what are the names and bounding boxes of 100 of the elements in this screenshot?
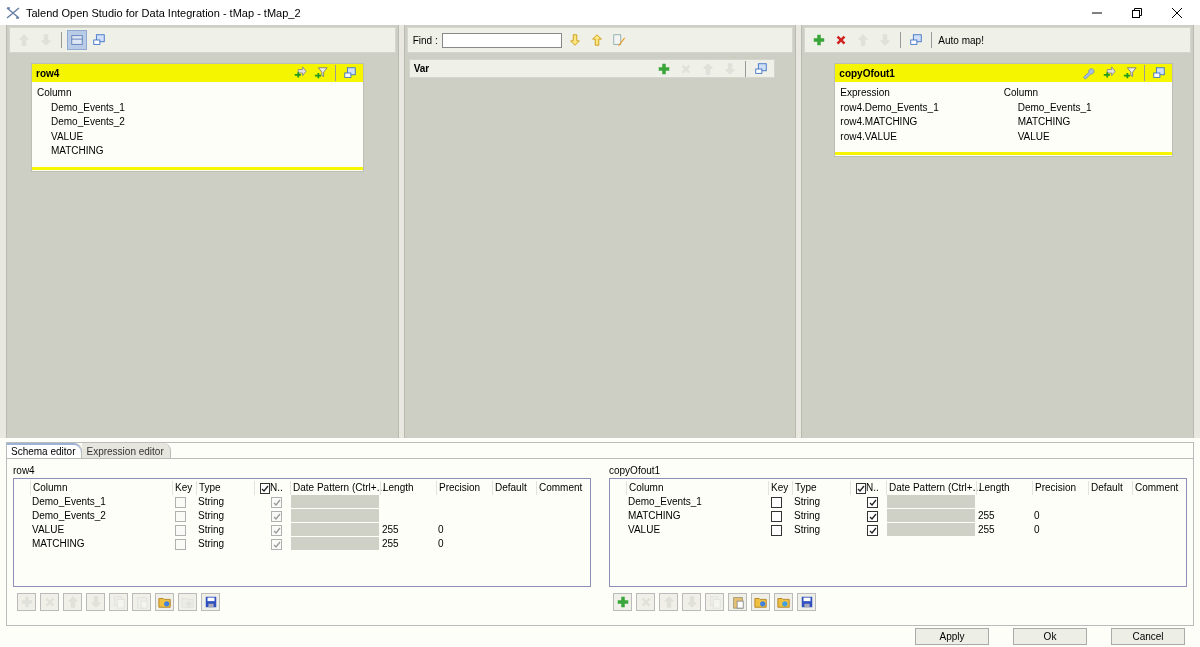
up-arrow-icon bbox=[701, 61, 716, 76]
checkbox[interactable] bbox=[867, 525, 878, 536]
auto-map-button[interactable]: Auto map! bbox=[938, 31, 984, 49]
checkbox[interactable] bbox=[271, 525, 282, 536]
window-icon bbox=[754, 61, 769, 76]
window-icon bbox=[342, 66, 357, 80]
table-cell-text: String bbox=[197, 537, 226, 551]
folder-icon bbox=[180, 595, 195, 609]
editor-tab[interactable]: Expression editor bbox=[82, 443, 171, 458]
schema-title: copyOfout1 bbox=[609, 464, 662, 478]
save-icon bbox=[799, 595, 814, 609]
dialog-button[interactable]: Cancel bbox=[1111, 628, 1185, 645]
checkbox[interactable] bbox=[260, 483, 270, 494]
column-header: Key bbox=[768, 481, 792, 495]
checkbox[interactable] bbox=[175, 511, 186, 522]
add-icon bbox=[615, 595, 630, 609]
table-cell-text: Demo_Events_2 bbox=[31, 509, 107, 523]
table-cell-text: MATCHING bbox=[627, 509, 682, 523]
tool-button[interactable] bbox=[201, 593, 220, 611]
table-cell-text: 255 bbox=[381, 523, 400, 537]
table-cell-text: 0 bbox=[1033, 509, 1041, 523]
column-header: Default bbox=[492, 481, 536, 495]
table-cell-text: Demo_Events_1 bbox=[627, 495, 703, 509]
app-logo-icon bbox=[6, 6, 20, 19]
table-cell-text: Demo_Events_1 bbox=[31, 495, 107, 509]
column-header: Column bbox=[30, 481, 172, 495]
tool-button[interactable] bbox=[751, 593, 770, 611]
table-cell-text: String bbox=[793, 523, 822, 537]
dialog-button[interactable]: Apply bbox=[915, 628, 989, 645]
checkbox[interactable] bbox=[175, 525, 186, 536]
add-filter-icon bbox=[1123, 66, 1137, 80]
column-header: Precision bbox=[1032, 481, 1088, 495]
column-name: Demo_Events_2 bbox=[50, 115, 126, 129]
column-name: MATCHING bbox=[1016, 115, 1072, 129]
editor-tab[interactable]: Schema editor bbox=[7, 443, 83, 458]
folder-icon bbox=[753, 595, 768, 609]
column-header: Type bbox=[792, 481, 850, 495]
expression-cell-text: row4.MATCHING bbox=[840, 115, 919, 129]
checkbox[interactable] bbox=[867, 511, 878, 522]
column-name: VALUE bbox=[50, 129, 85, 144]
column-header: Key bbox=[172, 481, 196, 495]
schema-title: row4 bbox=[13, 464, 36, 478]
checkbox[interactable] bbox=[271, 497, 282, 508]
tool-button[interactable] bbox=[155, 593, 174, 611]
table-cell-text: 0 bbox=[437, 523, 445, 537]
up-arrow-icon bbox=[589, 33, 604, 47]
column-name: Demo_Events_1 bbox=[50, 100, 126, 115]
table-cell-text: 255 bbox=[977, 509, 996, 523]
table-cell-text: 255 bbox=[977, 523, 996, 537]
window-icon bbox=[909, 33, 924, 47]
window-icon bbox=[1152, 66, 1166, 80]
window-title: Talend Open Studio for Data Integration - tMap - tMap_2 bbox=[26, 6, 302, 19]
add-join-icon bbox=[1102, 66, 1116, 80]
checkbox[interactable] bbox=[856, 483, 866, 494]
column-name: MATCHING bbox=[50, 144, 105, 158]
column-header: Column bbox=[37, 86, 73, 100]
table-cell-text: String bbox=[197, 509, 226, 523]
copy-icon bbox=[111, 595, 126, 609]
add-icon bbox=[19, 595, 34, 609]
add-icon bbox=[812, 33, 827, 47]
checkbox[interactable] bbox=[175, 497, 186, 508]
window-icon bbox=[92, 33, 106, 47]
add-filter-icon bbox=[313, 66, 328, 80]
column-header: Column bbox=[1003, 86, 1040, 100]
column-header: Column bbox=[626, 481, 768, 495]
checkbox[interactable] bbox=[867, 497, 878, 508]
table-cell-text: MATCHING bbox=[31, 537, 86, 551]
column-header: Expression bbox=[840, 86, 891, 100]
up-arrow-icon bbox=[65, 595, 80, 609]
dialog-button[interactable]: Ok bbox=[1013, 628, 1087, 645]
var-title: Var bbox=[413, 63, 431, 74]
table-cell-text: 255 bbox=[381, 537, 400, 551]
down-arrow-icon bbox=[567, 33, 582, 47]
column-header: Precision bbox=[436, 481, 492, 495]
expression-cell-text: row4.VALUE bbox=[840, 129, 898, 144]
folder-icon bbox=[776, 595, 791, 609]
checkbox[interactable] bbox=[175, 539, 186, 550]
expression-cell-text: row4.Demo_Events_1 bbox=[840, 100, 940, 115]
paste-icon bbox=[730, 595, 745, 609]
toolbar-button[interactable] bbox=[68, 31, 86, 49]
folder-icon bbox=[157, 595, 172, 609]
checkbox[interactable] bbox=[271, 511, 282, 522]
down-arrow-icon bbox=[88, 595, 103, 609]
down-arrow-icon bbox=[684, 595, 699, 609]
layout-icon bbox=[70, 33, 84, 47]
checkbox[interactable] bbox=[271, 539, 282, 550]
table-name: copyOfout1 bbox=[839, 67, 896, 79]
checkbox[interactable] bbox=[771, 525, 782, 536]
up-arrow-icon bbox=[661, 595, 676, 609]
column-header: N.. bbox=[865, 481, 880, 495]
checkbox[interactable] bbox=[771, 511, 782, 522]
table-cell-text: String bbox=[197, 495, 226, 509]
find-field[interactable] bbox=[441, 32, 562, 48]
table-cell-text: 0 bbox=[1033, 523, 1041, 537]
tool-button[interactable] bbox=[797, 593, 816, 611]
column-header: Default bbox=[1088, 481, 1132, 495]
checkbox[interactable] bbox=[771, 497, 782, 508]
column-header: Comment bbox=[1132, 481, 1186, 495]
table-cell-text: String bbox=[793, 495, 822, 509]
table-cell-text: String bbox=[793, 509, 822, 523]
